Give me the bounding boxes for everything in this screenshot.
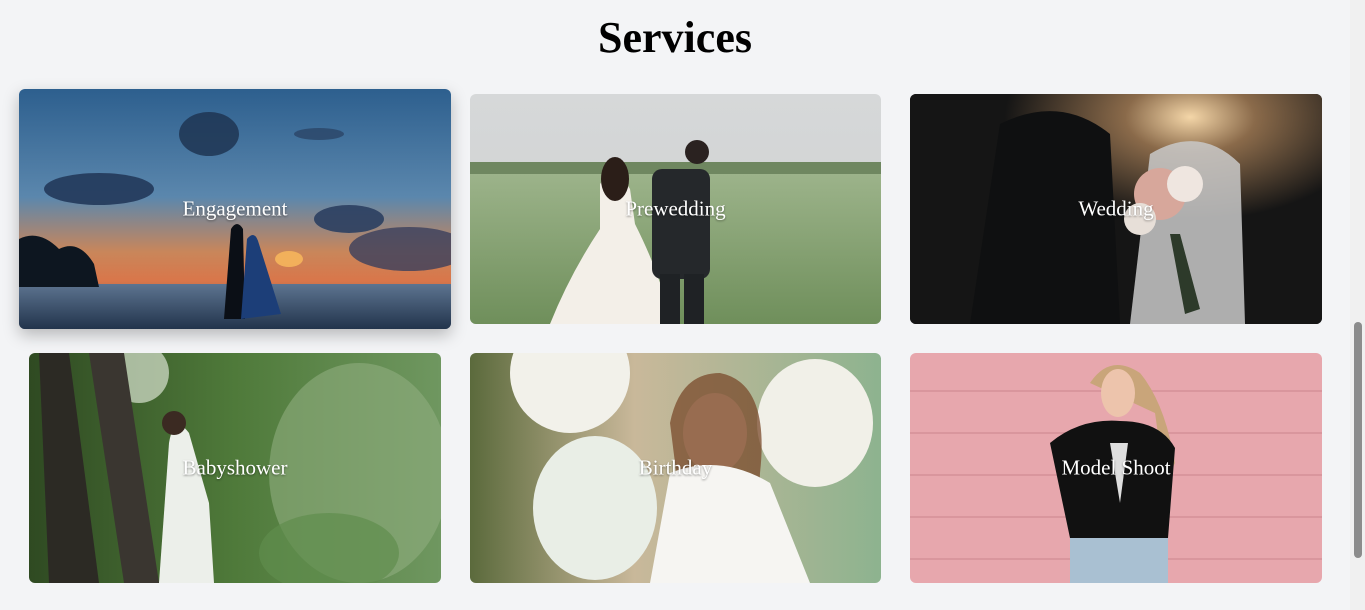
- service-card-model-shoot[interactable]: Model Shoot: [910, 353, 1322, 583]
- scrollbar-thumb[interactable]: [1354, 322, 1362, 558]
- service-label: Prewedding: [625, 196, 726, 221]
- service-label: Wedding: [1078, 196, 1154, 221]
- service-card-babyshower[interactable]: Babyshower: [29, 353, 441, 583]
- services-page: Services Engagement Prewedding Wedding B…: [0, 0, 1365, 610]
- service-card-engagement[interactable]: Engagement: [19, 89, 451, 329]
- service-label: Model Shoot: [1061, 455, 1171, 480]
- service-label: Babyshower: [182, 455, 288, 480]
- page-scrollbar[interactable]: [1350, 0, 1365, 610]
- service-card-birthday[interactable]: Birthday: [470, 353, 881, 583]
- page-title: Services: [598, 13, 752, 62]
- service-card-prewedding[interactable]: Prewedding: [470, 94, 881, 324]
- service-label: Engagement: [182, 196, 288, 221]
- service-label: Birthday: [638, 455, 713, 480]
- service-card-wedding[interactable]: Wedding: [910, 94, 1322, 324]
